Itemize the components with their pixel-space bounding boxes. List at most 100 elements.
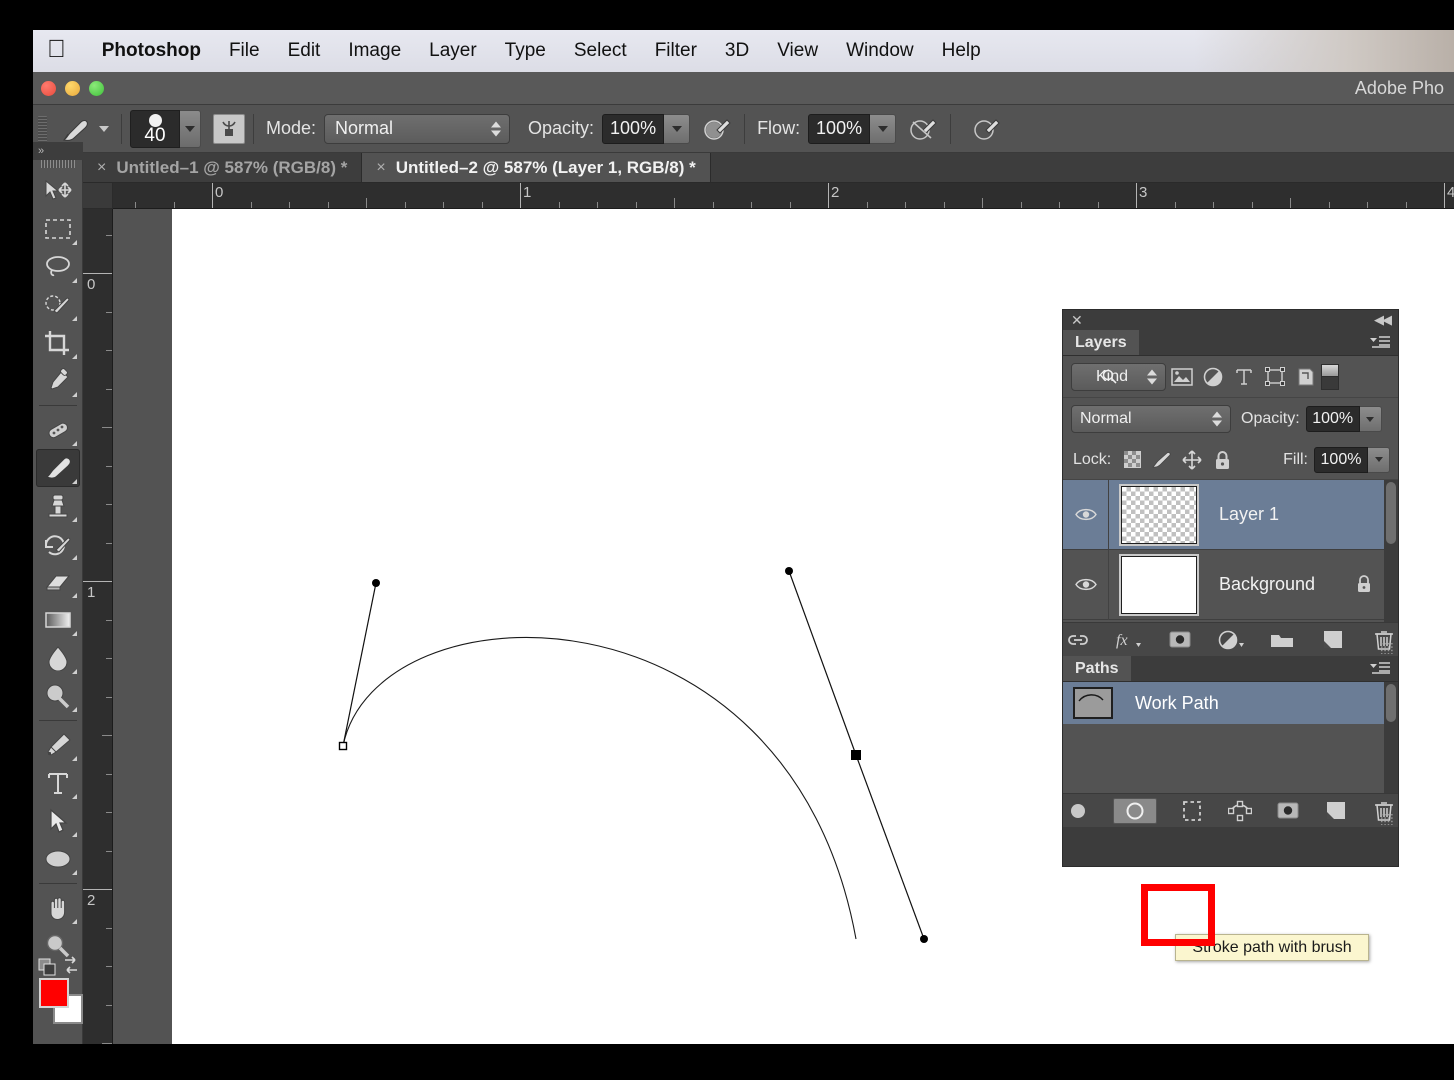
layer-visibility-toggle[interactable] bbox=[1063, 549, 1109, 620]
tab-layers[interactable]: Layers bbox=[1063, 330, 1139, 355]
make-work-path-from-selection-icon[interactable] bbox=[1227, 799, 1253, 823]
options-bar-grip[interactable] bbox=[38, 115, 47, 142]
filter-toggle-switch[interactable] bbox=[1321, 363, 1339, 391]
lock-position-icon[interactable] bbox=[1177, 447, 1207, 473]
hand-tool[interactable] bbox=[36, 889, 80, 927]
gradient-tool[interactable] bbox=[36, 601, 80, 639]
menu-item-window[interactable]: Window bbox=[832, 40, 928, 62]
type-tool[interactable] bbox=[36, 764, 80, 802]
foreground-color-swatch[interactable] bbox=[39, 978, 69, 1008]
document-tab-untitled-2[interactable]: × Untitled–2 @ 587% (Layer 1, RGB/8) * bbox=[362, 153, 711, 182]
menu-item-edit[interactable]: Edit bbox=[274, 40, 335, 62]
brush-panel-icon[interactable] bbox=[213, 113, 245, 144]
layer-opacity-chevron-down-icon[interactable] bbox=[1359, 406, 1382, 432]
path-thumbnail[interactable] bbox=[1073, 687, 1113, 719]
brush-preset-chevron-down-icon[interactable] bbox=[99, 125, 109, 132]
layer-name[interactable]: Background bbox=[1219, 574, 1315, 595]
ellipse-shape-tool[interactable] bbox=[36, 840, 80, 878]
lock-image-pixels-icon[interactable] bbox=[1147, 447, 1177, 473]
apple-logo-icon[interactable]:  bbox=[47, 36, 66, 62]
close-icon[interactable]: × bbox=[97, 159, 106, 177]
new-layer-icon[interactable] bbox=[1320, 628, 1346, 652]
brush-size-field[interactable]: 40 bbox=[130, 109, 180, 148]
layer-filter-kind-select[interactable]: Kind bbox=[1071, 362, 1166, 391]
quick-selection-tool[interactable] bbox=[36, 286, 80, 324]
new-adjustment-layer-icon[interactable] bbox=[1218, 628, 1244, 652]
pressure-opacity-icon[interactable] bbox=[700, 113, 736, 145]
brush-tool[interactable] bbox=[35, 449, 80, 487]
paintbrush-icon[interactable] bbox=[59, 114, 93, 144]
paths-scrollbar-thumb[interactable] bbox=[1386, 684, 1396, 722]
horizontal-ruler[interactable]: 0 1 2 3 4 bbox=[113, 183, 1454, 209]
history-brush-tool[interactable] bbox=[36, 525, 80, 563]
menu-item-layer[interactable]: Layer bbox=[415, 40, 491, 62]
create-new-path-icon[interactable] bbox=[1323, 799, 1349, 823]
blur-tool[interactable] bbox=[36, 639, 80, 677]
link-layers-icon[interactable] bbox=[1065, 628, 1091, 652]
close-icon[interactable]: × bbox=[376, 159, 385, 177]
tools-panel-grip[interactable] bbox=[40, 159, 75, 168]
panel-menu-icon[interactable] bbox=[1370, 661, 1390, 676]
opacity-chevron-down-icon[interactable] bbox=[664, 113, 691, 144]
rectangular-marquee-tool[interactable] bbox=[36, 210, 80, 248]
airbrush-icon[interactable] bbox=[906, 113, 942, 145]
menu-item-filter[interactable]: Filter bbox=[641, 40, 711, 62]
dodge-tool[interactable] bbox=[36, 677, 80, 715]
layers-scrollbar-thumb[interactable] bbox=[1386, 482, 1396, 544]
menu-item-photoshop[interactable]: Photoshop bbox=[88, 40, 215, 62]
minimize-window-button[interactable] bbox=[65, 81, 80, 96]
flow-input[interactable]: 100% bbox=[808, 113, 871, 144]
zoom-window-button[interactable] bbox=[89, 81, 104, 96]
add-layer-mask-icon[interactable] bbox=[1167, 628, 1193, 652]
double-chevron-left-icon[interactable]: ◀◀ bbox=[1374, 312, 1392, 328]
ruler-corner[interactable] bbox=[83, 183, 113, 209]
panel-menu-icon[interactable] bbox=[1370, 335, 1390, 350]
move-tool[interactable] bbox=[36, 172, 80, 210]
eraser-tool[interactable] bbox=[36, 563, 80, 601]
pixel-layer-filter-icon[interactable] bbox=[1166, 363, 1197, 391]
layer-visibility-toggle[interactable] bbox=[1063, 479, 1109, 550]
layer-name[interactable]: Layer 1 bbox=[1219, 504, 1279, 525]
add-layer-mask-icon[interactable] bbox=[1275, 799, 1301, 823]
panel-resize-grip[interactable] bbox=[1380, 642, 1394, 654]
close-icon[interactable]: ✕ bbox=[1071, 312, 1083, 329]
menu-item-select[interactable]: Select bbox=[560, 40, 641, 62]
adjustment-layer-filter-icon[interactable] bbox=[1197, 363, 1228, 391]
stroke-path-with-brush-button[interactable] bbox=[1112, 797, 1157, 824]
menu-item-3d[interactable]: 3D bbox=[711, 40, 763, 62]
crop-tool[interactable] bbox=[36, 324, 80, 362]
opacity-input[interactable]: 100% bbox=[602, 113, 665, 144]
type-layer-filter-icon[interactable] bbox=[1228, 363, 1259, 391]
lock-all-icon[interactable] bbox=[1207, 447, 1237, 473]
lasso-tool[interactable] bbox=[36, 248, 80, 286]
clone-stamp-tool[interactable] bbox=[36, 487, 80, 525]
layer-row-layer-1[interactable]: Layer 1 bbox=[1063, 479, 1398, 550]
layer-thumbnail[interactable] bbox=[1121, 485, 1197, 544]
flow-chevron-down-icon[interactable] bbox=[870, 113, 897, 144]
pen-tool[interactable] bbox=[36, 726, 80, 764]
menu-item-help[interactable]: Help bbox=[928, 40, 995, 62]
shape-layer-filter-icon[interactable] bbox=[1259, 363, 1290, 391]
layer-thumbnail[interactable] bbox=[1121, 555, 1197, 614]
tools-collapse-button[interactable]: » bbox=[33, 142, 83, 160]
menu-item-view[interactable]: View bbox=[763, 40, 832, 62]
menu-item-image[interactable]: Image bbox=[334, 40, 415, 62]
spot-healing-brush-tool[interactable] bbox=[36, 411, 80, 449]
document-tab-untitled-1[interactable]: × Untitled–1 @ 587% (RGB/8) * bbox=[83, 153, 363, 182]
layer-fill-chevron-down-icon[interactable] bbox=[1368, 446, 1390, 473]
menu-item-type[interactable]: Type bbox=[491, 40, 560, 62]
path-name[interactable]: Work Path bbox=[1135, 693, 1219, 714]
eyedropper-tool[interactable] bbox=[36, 362, 80, 400]
tab-paths[interactable]: Paths bbox=[1063, 656, 1131, 681]
lock-transparent-pixels-icon[interactable] bbox=[1117, 447, 1147, 473]
layer-style-fx-icon[interactable]: fx bbox=[1116, 628, 1142, 652]
load-path-as-selection-icon[interactable] bbox=[1179, 799, 1205, 823]
fill-path-with-foreground-color-icon[interactable] bbox=[1065, 799, 1091, 823]
brush-size-chevron-down-icon[interactable] bbox=[180, 109, 201, 148]
pressure-size-icon[interactable] bbox=[969, 113, 1005, 145]
layer-opacity-input[interactable]: 100% bbox=[1305, 406, 1360, 432]
path-row-work-path[interactable]: Work Path bbox=[1063, 682, 1398, 724]
menu-item-file[interactable]: File bbox=[215, 40, 274, 62]
close-window-button[interactable] bbox=[41, 81, 56, 96]
layer-row-background[interactable]: Background bbox=[1063, 549, 1398, 620]
